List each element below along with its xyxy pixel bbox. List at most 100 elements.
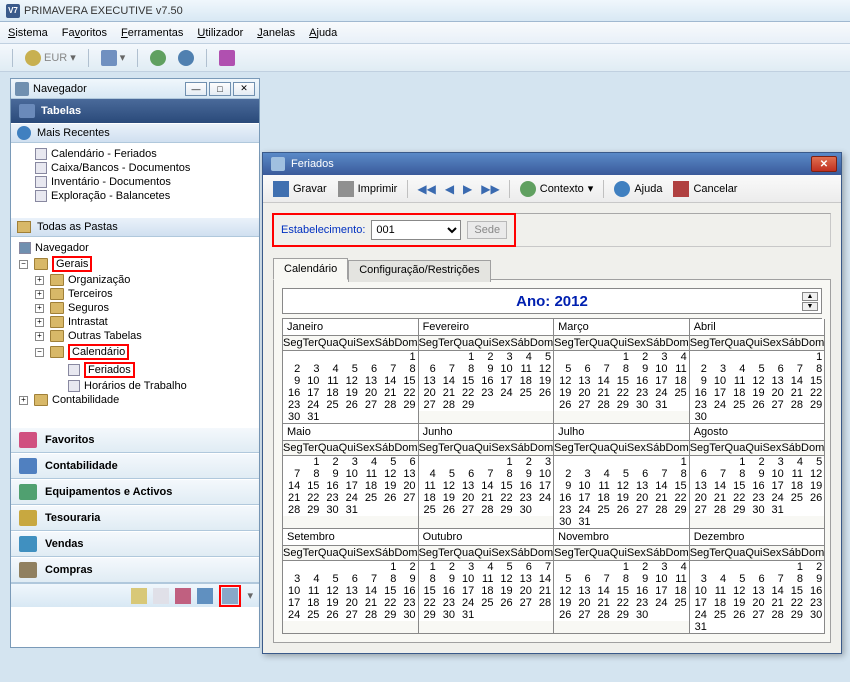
day-cell[interactable]: 21 bbox=[534, 585, 553, 597]
day-cell[interactable]: 15 bbox=[495, 480, 514, 492]
day-cell[interactable]: 16 bbox=[398, 585, 417, 597]
day-cell[interactable]: 24 bbox=[690, 609, 709, 621]
day-cell[interactable]: 5 bbox=[495, 561, 514, 573]
day-cell[interactable]: 2 bbox=[321, 456, 340, 468]
day-cell[interactable]: 14 bbox=[709, 480, 728, 492]
day-cell[interactable]: 28 bbox=[593, 399, 612, 411]
day-cell[interactable]: 24 bbox=[650, 387, 669, 399]
day-cell[interactable]: 1 bbox=[419, 561, 438, 573]
day-cell[interactable]: 22 bbox=[419, 597, 438, 609]
day-cell[interactable]: 26 bbox=[438, 504, 457, 516]
day-cell[interactable]: 24 bbox=[495, 387, 514, 399]
day-cell[interactable]: 20 bbox=[398, 480, 417, 492]
expand-icon[interactable]: + bbox=[19, 396, 28, 405]
day-cell[interactable]: 23 bbox=[690, 399, 709, 411]
day-cell[interactable]: 14 bbox=[379, 375, 398, 387]
day-cell[interactable]: 28 bbox=[650, 504, 669, 516]
day-cell[interactable]: 9 bbox=[805, 573, 824, 585]
day-cell[interactable]: 23 bbox=[631, 597, 650, 609]
shortcut-item[interactable]: Vendas bbox=[11, 531, 259, 557]
day-cell[interactable]: 24 bbox=[573, 504, 592, 516]
toolbar-btn-4[interactable] bbox=[215, 48, 239, 68]
day-cell[interactable]: 20 bbox=[419, 387, 438, 399]
day-cell[interactable]: 5 bbox=[438, 468, 457, 480]
ajuda-button[interactable]: Ajuda bbox=[610, 179, 666, 199]
currency-dropdown[interactable]: EUR ▾ bbox=[21, 48, 80, 68]
day-cell[interactable]: 10 bbox=[650, 573, 669, 585]
day-cell[interactable]: 21 bbox=[476, 492, 495, 504]
month-cell[interactable]: NovembroSegTerQuaQuiSexSábDom12345678910… bbox=[554, 529, 690, 634]
day-cell[interactable]: 21 bbox=[767, 597, 786, 609]
day-cell[interactable]: 19 bbox=[728, 597, 747, 609]
day-cell[interactable]: 31 bbox=[573, 516, 592, 528]
day-cell[interactable]: 1 bbox=[669, 456, 688, 468]
day-cell[interactable]: 3 bbox=[457, 561, 476, 573]
day-cell[interactable]: 24 bbox=[767, 492, 786, 504]
day-cell[interactable]: 13 bbox=[690, 480, 709, 492]
day-cell[interactable]: 31 bbox=[302, 411, 321, 423]
day-cell[interactable]: 14 bbox=[360, 585, 379, 597]
day-cell[interactable]: 12 bbox=[379, 468, 398, 480]
day-cell[interactable]: 11 bbox=[786, 468, 805, 480]
day-cell[interactable]: 26 bbox=[534, 387, 553, 399]
day-cell[interactable]: 11 bbox=[728, 375, 747, 387]
day-cell[interactable]: 15 bbox=[379, 585, 398, 597]
day-cell[interactable]: 14 bbox=[438, 375, 457, 387]
day-cell[interactable]: 18 bbox=[728, 387, 747, 399]
day-cell[interactable]: 10 bbox=[690, 585, 709, 597]
day-cell[interactable]: 11 bbox=[515, 363, 534, 375]
day-cell[interactable]: 17 bbox=[650, 585, 669, 597]
day-cell[interactable]: 27 bbox=[398, 492, 417, 504]
day-cell[interactable]: 4 bbox=[515, 351, 534, 363]
day-cell[interactable]: 22 bbox=[805, 387, 824, 399]
shortcut-item[interactable]: Favoritos bbox=[11, 427, 259, 453]
day-cell[interactable]: 22 bbox=[669, 492, 688, 504]
day-cell[interactable]: 17 bbox=[690, 597, 709, 609]
day-cell[interactable]: 7 bbox=[438, 363, 457, 375]
cancelar-button[interactable]: Cancelar bbox=[669, 179, 741, 199]
day-cell[interactable]: 8 bbox=[302, 468, 321, 480]
day-cell[interactable]: 29 bbox=[398, 399, 417, 411]
day-cell[interactable]: 12 bbox=[341, 375, 360, 387]
day-cell[interactable]: 16 bbox=[515, 480, 534, 492]
bottom-icon-2[interactable] bbox=[153, 588, 169, 604]
day-cell[interactable]: 15 bbox=[669, 480, 688, 492]
day-cell[interactable]: 28 bbox=[379, 399, 398, 411]
tree-item[interactable]: +Terceiros bbox=[15, 287, 255, 301]
day-cell[interactable]: 1 bbox=[612, 561, 631, 573]
tree-horarios[interactable]: Horários de Trabalho bbox=[15, 379, 255, 393]
day-cell[interactable]: 14 bbox=[786, 375, 805, 387]
day-cell[interactable]: 28 bbox=[438, 399, 457, 411]
day-cell[interactable]: 28 bbox=[283, 504, 302, 516]
day-cell[interactable]: 5 bbox=[612, 468, 631, 480]
day-cell[interactable]: 27 bbox=[360, 399, 379, 411]
day-cell[interactable]: 21 bbox=[709, 492, 728, 504]
day-cell[interactable]: 25 bbox=[302, 609, 321, 621]
day-cell[interactable]: 20 bbox=[573, 597, 592, 609]
day-cell[interactable]: 6 bbox=[419, 363, 438, 375]
day-cell[interactable]: 23 bbox=[554, 504, 573, 516]
day-cell[interactable]: 22 bbox=[379, 597, 398, 609]
day-cell[interactable]: 12 bbox=[321, 585, 340, 597]
day-cell[interactable]: 10 bbox=[534, 468, 553, 480]
day-cell[interactable]: 20 bbox=[341, 597, 360, 609]
day-cell[interactable]: 8 bbox=[805, 363, 824, 375]
tab-calendario[interactable]: Calendário bbox=[273, 258, 348, 280]
day-cell[interactable]: 18 bbox=[709, 597, 728, 609]
day-cell[interactable]: 9 bbox=[690, 375, 709, 387]
day-cell[interactable]: 30 bbox=[283, 411, 302, 423]
day-cell[interactable]: 26 bbox=[728, 609, 747, 621]
tree-contabilidade[interactable]: +Contabilidade bbox=[15, 393, 255, 407]
recent-item[interactable]: Calendário - Feriados bbox=[15, 147, 255, 161]
day-cell[interactable]: 14 bbox=[650, 480, 669, 492]
day-cell[interactable]: 7 bbox=[767, 573, 786, 585]
day-cell[interactable]: 26 bbox=[341, 399, 360, 411]
recent-item[interactable]: Inventário - Documentos bbox=[15, 175, 255, 189]
day-cell[interactable]: 13 bbox=[767, 375, 786, 387]
gravar-button[interactable]: Gravar bbox=[269, 179, 331, 199]
day-cell[interactable]: 15 bbox=[419, 585, 438, 597]
day-cell[interactable]: 3 bbox=[650, 561, 669, 573]
day-cell[interactable]: 19 bbox=[805, 480, 824, 492]
expand-icon[interactable]: + bbox=[35, 276, 44, 285]
day-cell[interactable]: 27 bbox=[690, 504, 709, 516]
